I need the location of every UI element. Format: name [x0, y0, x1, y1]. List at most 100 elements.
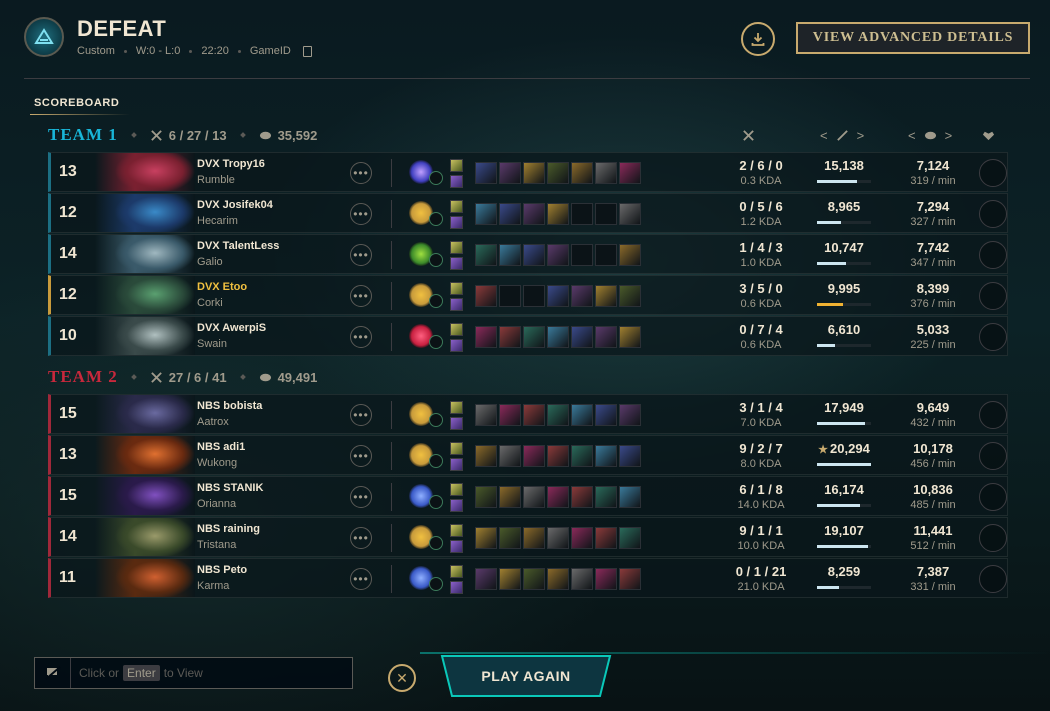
chevron-left-icon[interactable]: < [820, 128, 828, 143]
honor-button[interactable] [979, 565, 1007, 593]
item-slot[interactable] [499, 445, 521, 467]
item-slot[interactable] [547, 244, 569, 266]
item-slot[interactable] [571, 244, 593, 266]
trinket-slot[interactable] [619, 527, 641, 549]
item-slot[interactable] [475, 486, 497, 508]
more-options-button[interactable]: ••• [350, 527, 372, 549]
player-row[interactable]: 11 NBS Peto Karma ••• 0 / 1 / 21 21.0 KD… [48, 558, 1008, 598]
item-slot[interactable] [547, 203, 569, 225]
item-slot[interactable] [547, 527, 569, 549]
item-slot[interactable] [595, 486, 617, 508]
chevron-left-icon[interactable]: < [908, 128, 916, 143]
item-slot[interactable] [595, 527, 617, 549]
chat-input[interactable]: Click or Enter to View [34, 657, 353, 689]
item-slot[interactable] [595, 285, 617, 307]
more-options-button[interactable]: ••• [350, 285, 372, 307]
player-row[interactable]: 13 NBS adi1 Wukong ••• 9 / 2 / 7 8.0 KDA… [48, 435, 1008, 475]
item-slot[interactable] [595, 445, 617, 467]
trinket-slot[interactable] [619, 285, 641, 307]
more-options-button[interactable]: ••• [350, 445, 372, 467]
item-slot[interactable] [475, 244, 497, 266]
summoner-name[interactable]: DVX TalentLess [197, 240, 279, 252]
player-row[interactable]: 13 DVX Tropy16 Rumble ••• 2 / 6 / 0 0.3 … [48, 152, 1008, 192]
player-row[interactable]: 14 DVX TalentLess Galio ••• 1 / 4 / 3 1.… [48, 234, 1008, 274]
summoner-name[interactable]: DVX Josifek04 [197, 199, 273, 211]
player-row[interactable]: 14 NBS raining Tristana ••• 9 / 1 / 1 10… [48, 517, 1008, 557]
gold-column-header[interactable]: < > [908, 128, 952, 143]
item-slot[interactable] [523, 486, 545, 508]
item-slot[interactable] [523, 203, 545, 225]
summoner-name[interactable]: DVX Etoo [197, 281, 247, 293]
summoner-name[interactable]: NBS raining [197, 523, 260, 535]
more-options-button[interactable]: ••• [350, 162, 372, 184]
item-slot[interactable] [571, 568, 593, 590]
trinket-slot[interactable] [619, 568, 641, 590]
copy-icon[interactable] [302, 45, 312, 57]
item-slot[interactable] [595, 244, 617, 266]
trinket-slot[interactable] [619, 326, 641, 348]
item-slot[interactable] [523, 527, 545, 549]
honor-button[interactable] [979, 159, 1007, 187]
summoner-name[interactable]: NBS bobista [197, 400, 262, 412]
item-slot[interactable] [571, 527, 593, 549]
item-slot[interactable] [499, 568, 521, 590]
item-slot[interactable] [475, 326, 497, 348]
more-options-button[interactable]: ••• [350, 326, 372, 348]
item-slot[interactable] [523, 326, 545, 348]
item-slot[interactable] [547, 404, 569, 426]
item-slot[interactable] [523, 568, 545, 590]
item-slot[interactable] [499, 527, 521, 549]
item-slot[interactable] [475, 404, 497, 426]
player-row[interactable]: 12 DVX Etoo Corki ••• 3 / 5 / 0 0.6 KDA … [48, 275, 1008, 315]
trinket-slot[interactable] [619, 244, 641, 266]
summoner-name[interactable]: NBS adi1 [197, 441, 245, 453]
item-slot[interactable] [475, 162, 497, 184]
honor-button[interactable] [979, 442, 1007, 470]
item-slot[interactable] [547, 445, 569, 467]
damage-column-header[interactable]: < > [820, 128, 864, 143]
player-row[interactable]: 15 NBS bobista Aatrox ••• 3 / 1 / 4 7.0 … [48, 394, 1008, 434]
summoner-name[interactable]: DVX AwerpiS [197, 322, 266, 334]
trinket-slot[interactable] [619, 203, 641, 225]
trinket-slot[interactable] [619, 404, 641, 426]
item-slot[interactable] [499, 486, 521, 508]
item-slot[interactable] [523, 285, 545, 307]
more-options-button[interactable]: ••• [350, 404, 372, 426]
honor-button[interactable] [979, 401, 1007, 429]
item-slot[interactable] [523, 162, 545, 184]
item-slot[interactable] [499, 326, 521, 348]
chat-muted-icon[interactable] [35, 658, 71, 688]
item-slot[interactable] [523, 445, 545, 467]
more-options-button[interactable]: ••• [350, 568, 372, 590]
summoner-name[interactable]: NBS Peto [197, 564, 247, 576]
download-button[interactable] [741, 22, 775, 56]
item-slot[interactable] [595, 203, 617, 225]
item-slot[interactable] [595, 326, 617, 348]
summoner-name[interactable]: DVX Tropy16 [197, 158, 265, 170]
item-slot[interactable] [595, 162, 617, 184]
item-slot[interactable] [595, 404, 617, 426]
item-slot[interactable] [571, 445, 593, 467]
item-slot[interactable] [571, 404, 593, 426]
chevron-right-icon[interactable]: > [945, 128, 953, 143]
trinket-slot[interactable] [619, 445, 641, 467]
view-advanced-details-button[interactable]: VIEW ADVANCED DETAILS [796, 22, 1030, 54]
honor-button[interactable] [979, 200, 1007, 228]
honor-button[interactable] [979, 241, 1007, 269]
item-slot[interactable] [571, 285, 593, 307]
honor-button[interactable] [979, 483, 1007, 511]
item-slot[interactable] [547, 486, 569, 508]
player-row[interactable]: 10 DVX AwerpiS Swain ••• 0 / 7 / 4 0.6 K… [48, 316, 1008, 356]
item-slot[interactable] [475, 568, 497, 590]
item-slot[interactable] [475, 203, 497, 225]
player-row[interactable]: 12 DVX Josifek04 Hecarim ••• 0 / 5 / 6 1… [48, 193, 1008, 233]
item-slot[interactable] [499, 285, 521, 307]
trinket-slot[interactable] [619, 162, 641, 184]
item-slot[interactable] [571, 486, 593, 508]
honor-button[interactable] [979, 282, 1007, 310]
item-slot[interactable] [547, 285, 569, 307]
play-again-button[interactable]: PLAY AGAIN [434, 668, 618, 684]
more-options-button[interactable]: ••• [350, 203, 372, 225]
item-slot[interactable] [595, 568, 617, 590]
item-slot[interactable] [475, 285, 497, 307]
